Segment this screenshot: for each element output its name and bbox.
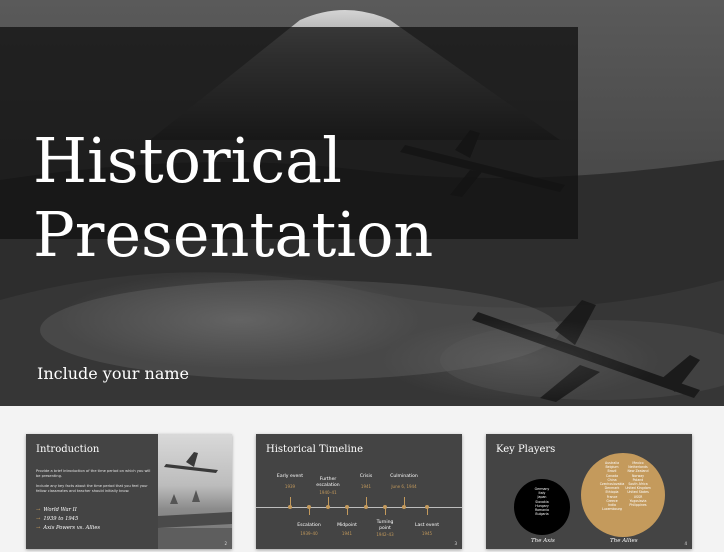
- slide-title: Introduction: [36, 444, 100, 455]
- timeline-tick: [347, 507, 348, 515]
- slide-number: 2: [224, 541, 227, 546]
- timeline-tick: [385, 507, 386, 515]
- timeline-event-label: Escalation: [297, 523, 321, 528]
- slide-thumbnail-key-players[interactable]: Key Players Germany Italy Japan Slovakia Hun…: [486, 434, 692, 549]
- timeline-event-date: 1940–41: [319, 490, 337, 495]
- arrow-icon: →: [36, 525, 41, 531]
- country-name: New Zealand: [627, 469, 649, 474]
- bullet-item: → World War II: [36, 507, 77, 513]
- country-name: Luxembourg: [602, 507, 622, 512]
- slide-title: Key Players: [496, 444, 556, 455]
- title-slide[interactable]: Historical Presentation Include your nam…: [0, 0, 724, 406]
- timeline-event-label: Culmination: [390, 474, 418, 479]
- bullet-item: → Axis Powers vs. Allies: [36, 525, 101, 531]
- intro-paragraph-2: Include any key facts about the time per…: [36, 484, 148, 493]
- bullet-list: → World War II → 1939 to 1945 → Axis Powers…: [36, 506, 100, 533]
- slide-number: 3: [454, 541, 457, 546]
- timeline-tick: [404, 497, 405, 507]
- presenter-name: Include your name: [37, 364, 189, 383]
- country-name: Philippines: [629, 503, 647, 508]
- timeline-event-date: 1941: [360, 484, 372, 489]
- timeline-event-date: 1941: [341, 531, 353, 536]
- timeline-event-label: Turning point: [376, 520, 394, 531]
- timeline-event-label: Early event: [276, 474, 304, 479]
- timeline-tick: [328, 497, 329, 507]
- timeline-event-date: 1945: [421, 531, 433, 536]
- timeline-tick: [290, 497, 291, 507]
- arrow-icon: →: [36, 516, 41, 522]
- title-line-2: Presentation: [33, 198, 434, 271]
- timeline-tick: [427, 507, 428, 515]
- intro-paragraph-1: Provide a brief introduction of the time…: [36, 469, 151, 478]
- bullet-item: → 1939 to 1945: [36, 516, 79, 522]
- timeline-event-label: Further escalation: [316, 477, 340, 488]
- slide-thumbnail-strip: Introduction Provide a brief introductio…: [0, 406, 724, 552]
- timeline-tick: [366, 497, 367, 507]
- timeline-tick: [309, 507, 310, 515]
- timeline-event-date: June 6, 1944: [391, 484, 417, 489]
- allies-member-list: Mexico Netherlands New Zealand Norway Poland…: [624, 461, 652, 507]
- axis-caption: The Axis: [531, 538, 555, 544]
- allies-member-list: Australia Belgium Brazil Canada China Czechos…: [598, 461, 626, 511]
- slide-number: 4: [684, 541, 687, 546]
- axis-member-list: Germany Italy Japan Slovakia Hungary Romania B…: [514, 487, 570, 516]
- country-name: Bulgaria: [535, 512, 549, 517]
- slide-title: Historical Timeline: [266, 444, 364, 455]
- timeline-event-label: Last event: [414, 523, 440, 528]
- slide-thumbnail-introduction[interactable]: Introduction Provide a brief introductio…: [26, 434, 232, 549]
- timeline-event-date: 1942–43: [376, 532, 394, 537]
- timeline-event-label: Midpoint: [337, 523, 357, 528]
- slide-body: Provide a brief introduction of the time…: [36, 469, 156, 499]
- arrow-icon: →: [36, 507, 41, 513]
- warship-photo: [158, 434, 232, 549]
- allies-caption: The Allies: [610, 538, 638, 544]
- timeline-event-date: 1939–40: [300, 531, 318, 536]
- timeline-event-date: 1939: [284, 484, 296, 489]
- country-name: United States: [627, 490, 649, 495]
- title-line-1: Historical: [33, 124, 342, 197]
- presentation-title: Historical Presentation: [33, 124, 433, 272]
- timeline-event-label: Crisis: [359, 474, 373, 479]
- timeline-axis: [256, 507, 462, 508]
- slide-thumbnail-timeline[interactable]: Historical Timeline Early event 1939 Escal…: [256, 434, 462, 549]
